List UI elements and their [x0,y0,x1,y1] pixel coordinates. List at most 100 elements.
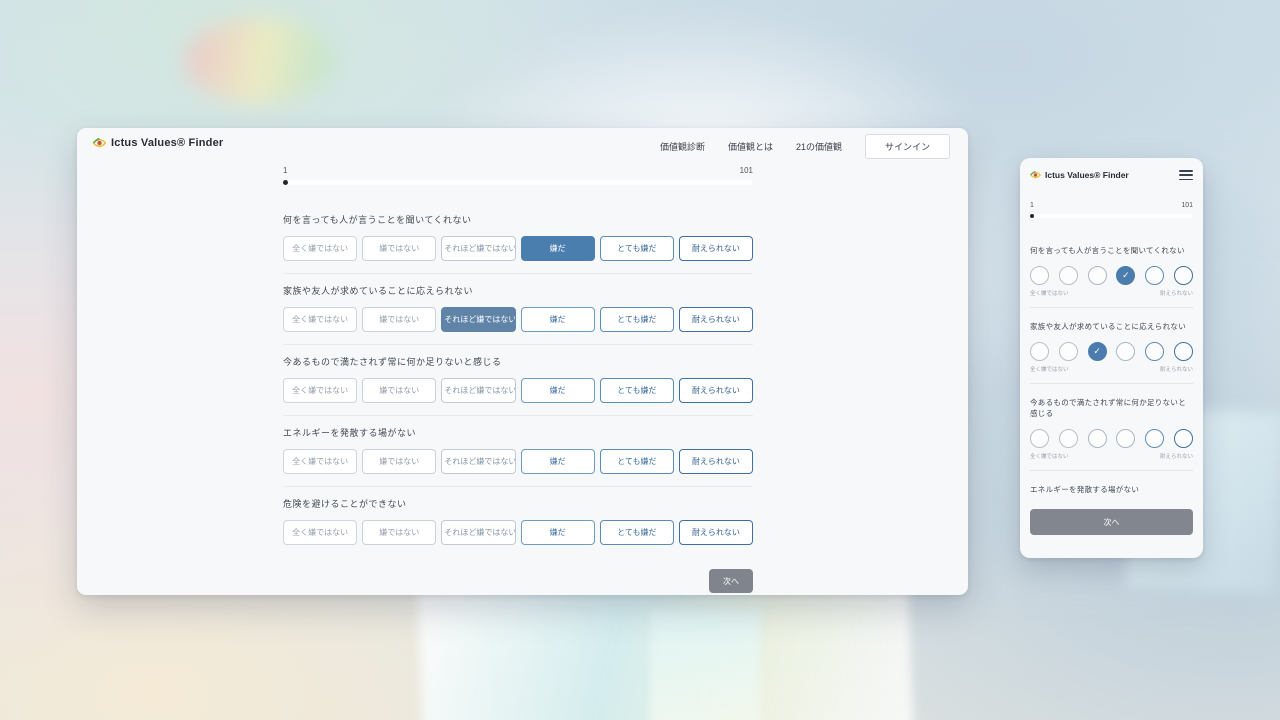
question-block: 危険を避けることができない全く嫌ではない嫌ではないそれほど嫌ではない嫌だとても嫌… [283,497,753,557]
answer-option-selected[interactable]: ✓ [1088,342,1107,361]
progress-end: 101 [740,166,753,176]
progress-bar [1030,214,1193,218]
answer-option[interactable] [1030,266,1049,285]
answer-option[interactable] [1145,429,1164,448]
nav-item-diagnosis[interactable]: 価値観診断 [660,140,705,153]
answer-option[interactable]: 嫌だ [521,520,595,545]
answer-option[interactable]: 嫌ではない [362,307,436,332]
answer-option[interactable]: それほど嫌ではない [441,449,515,474]
answer-option[interactable]: それほど嫌ではない [441,236,515,261]
answer-option[interactable]: 全く嫌ではない [283,236,357,261]
question-text: 何を言っても人が言うことを聞いてくれない [1030,245,1193,256]
question-list: 何を言っても人が言うことを聞いてくれない全く嫌ではない嫌ではないそれほど嫌ではな… [283,213,753,557]
question-block: 家族や友人が求めていることに応えられない全く嫌ではない嫌ではないそれほど嫌ではな… [283,284,753,345]
answer-option[interactable] [1059,342,1078,361]
answer-option[interactable]: 嫌ではない [362,236,436,261]
answer-options: 全く嫌ではない嫌ではないそれほど嫌ではない嫌だとても嫌だ耐えられない [283,307,753,332]
answer-option[interactable] [1030,342,1049,361]
answer-option[interactable]: 嫌ではない [362,449,436,474]
question-block: エネルギーを発散する場がない全く嫌ではない嫌ではないそれほど嫌ではない嫌だとても… [283,426,753,487]
scale-extreme-labels: 全く嫌ではない 耐えられない [1030,365,1193,373]
answer-option[interactable]: 嫌だ [521,378,595,403]
question-block: 今あるもので満たされず常に何か足りないと感じる全く嫌ではない嫌ではないそれほど嫌… [283,355,753,416]
answer-option[interactable]: とても嫌だ [600,236,674,261]
ictus-logo-icon [93,138,106,148]
question-text: 今あるもので満たされず常に何か足りないと感じる [283,355,753,368]
nav-item-21-values[interactable]: 21の価値観 [796,140,842,153]
menu-icon[interactable] [1179,170,1193,180]
answer-option[interactable] [1145,266,1164,285]
answer-option[interactable]: とても嫌だ [600,449,674,474]
survey-window: Ictus Values® Finder 価値観診断 価値観とは 21の価値観 … [77,128,968,595]
answer-option[interactable] [1059,429,1078,448]
answer-option[interactable]: 嫌だ [521,449,595,474]
signin-button[interactable]: サインイン [865,134,950,159]
brand-logo[interactable]: Ictus Values® Finder [93,137,223,149]
progress-indicator-dot [1030,214,1034,218]
answer-option[interactable]: 嫌だ [521,236,595,261]
answer-options: ✓ [1030,342,1193,361]
question-block: 家族や友人が求めていることに応えられない ✓ 全く嫌ではない 耐えられない [1030,321,1193,384]
progress-bar [283,180,753,185]
mobile-question-list: 何を言っても人が言うことを聞いてくれない✓全く嫌ではない耐えられない家族や友人が… [1030,245,1193,471]
answer-option[interactable] [1088,266,1107,285]
answer-option[interactable]: 全く嫌ではない [283,449,357,474]
progress-indicator-dot [283,180,288,185]
answer-option[interactable] [1059,266,1078,285]
answer-option[interactable]: それほど嫌ではない [441,307,515,332]
answer-option[interactable]: 全く嫌ではない [283,378,357,403]
top-nav: 価値観診断 価値観とは 21の価値観 サインイン [660,134,950,159]
question-text: 家族や友人が求めていることに応えられない [1030,321,1193,332]
rainbow-flare [185,18,335,104]
answer-option[interactable]: 嫌ではない [362,378,436,403]
desktop-background: Ictus Values® Finder 価値観診断 価値観とは 21の価値観 … [0,0,1280,720]
mobile-brand-logo[interactable]: Ictus Values® Finder [1030,170,1129,180]
mobile-header: Ictus Values® Finder [1030,170,1193,180]
answer-option[interactable]: 嫌だ [521,307,595,332]
max-label: 耐えられない [1160,289,1193,297]
answer-option[interactable]: それほど嫌ではない [441,378,515,403]
question-text: 何を言っても人が言うことを聞いてくれない [283,213,753,226]
answer-option[interactable]: 耐えられない [679,236,753,261]
scale-extreme-labels: 全く嫌ではない 耐えられない [1030,289,1193,297]
answer-option[interactable]: 耐えられない [679,449,753,474]
next-button[interactable]: 次へ [709,569,753,593]
answer-option[interactable]: 耐えられない [679,307,753,332]
answer-option[interactable] [1174,266,1193,285]
min-label: 全く嫌ではない [1030,289,1069,297]
answer-option[interactable] [1030,429,1049,448]
nav-item-about-values[interactable]: 価値観とは [728,140,773,153]
progress-start: 1 [283,166,287,176]
answer-option[interactable]: とても嫌だ [600,378,674,403]
answer-option[interactable] [1088,429,1107,448]
answer-option[interactable]: 全く嫌ではない [283,307,357,332]
brand-name: Ictus Values® Finder [1045,170,1129,180]
answer-option[interactable]: 耐えられない [679,378,753,403]
scale-extreme-labels: 全く嫌ではない耐えられない [1030,452,1193,460]
ictus-logo-icon [1030,171,1041,179]
max-label: 耐えられない [1160,365,1193,373]
answer-options: 全く嫌ではない嫌ではないそれほど嫌ではない嫌だとても嫌だ耐えられない [283,236,753,261]
glass-sculpture-stem [650,610,760,720]
answer-option[interactable] [1116,342,1135,361]
survey-content: 1 101 何を言っても人が言うことを聞いてくれない全く嫌ではない嫌ではないそれ… [283,166,753,593]
answer-option[interactable]: 全く嫌ではない [283,520,357,545]
min-label: 全く嫌ではない [1030,452,1069,460]
answer-option[interactable]: 嫌ではない [362,520,436,545]
answer-option[interactable] [1116,429,1135,448]
progress-end: 101 [1181,202,1193,211]
next-button[interactable]: 次へ [1030,509,1193,535]
brand-name: Ictus Values® Finder [111,137,223,149]
answer-options: 全く嫌ではない嫌ではないそれほど嫌ではない嫌だとても嫌だ耐えられない [283,449,753,474]
min-label: 全く嫌ではない [1030,365,1069,373]
window-header: Ictus Values® Finder 価値観診断 価値観とは 21の価値観 … [77,128,968,154]
answer-option[interactable] [1174,342,1193,361]
answer-option[interactable]: とても嫌だ [600,520,674,545]
answer-option[interactable]: 耐えられない [679,520,753,545]
answer-option-selected[interactable]: ✓ [1116,266,1135,285]
answer-option[interactable]: それほど嫌ではない [441,520,515,545]
answer-option[interactable]: とても嫌だ [600,307,674,332]
answer-option[interactable] [1174,429,1193,448]
question-block: 今あるもので満たされず常に何か足りないと感じる全く嫌ではない耐えられない [1030,397,1193,471]
answer-option[interactable] [1145,342,1164,361]
